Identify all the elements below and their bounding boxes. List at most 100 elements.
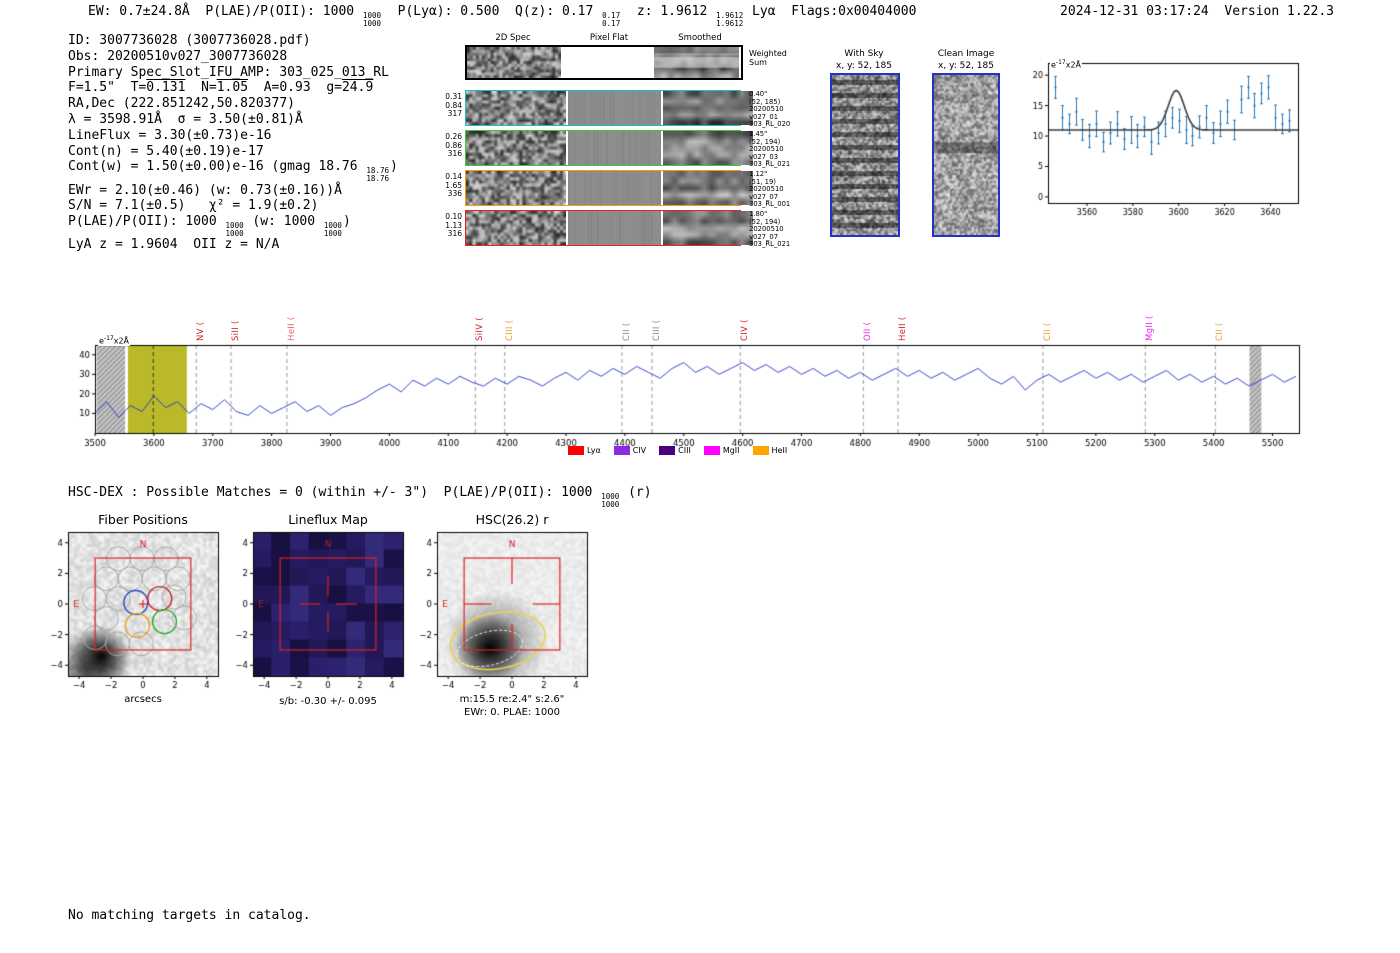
- weighted-2dspec-image: [467, 47, 561, 78]
- spec2d-flat-image: [567, 171, 662, 205]
- legend-item: CIII: [659, 446, 691, 455]
- spectral-line-label: CII (: [1042, 322, 1053, 341]
- legend-item: MgII: [703, 446, 740, 455]
- text-segment: HSC-DEX : Possible Matches = 0 (within +…: [68, 485, 601, 500]
- spec2d-row-left-values: 0.31 0.84 317: [445, 92, 462, 119]
- spectral-line-label: CII (: [621, 322, 632, 341]
- spec2d-smooth-image: [663, 131, 753, 165]
- spectral-line-label: SiIV (: [475, 317, 486, 341]
- lineflux-xlabel: s/b: -0.30 +/- 0.095: [279, 696, 377, 707]
- inset-unit-label: e-17x2Å: [1050, 59, 1083, 70]
- legend-label: Lyα: [587, 446, 601, 455]
- text-segment: EWr = 2.10(±0.46) (w: 0.73(±0.16))Å: [68, 182, 342, 198]
- text-segment: LineFlux = 3.30(±0.73)e-16: [68, 127, 272, 143]
- fiber-xlabel: arcsecs: [124, 694, 162, 705]
- spec2d-row-annotation: 1.12" (51, 19) 20200510 v027_07 303_RL_001: [749, 170, 791, 208]
- info-line: Obs: 20200510v027_3007736028: [68, 49, 398, 65]
- full-spectrum-plot: [62, 341, 1305, 453]
- timestamp-version: 2024-12-31 03:17:24 Version 1.22.3: [1060, 4, 1334, 19]
- spec2d-spec-image: [466, 91, 566, 125]
- info-line: λ = 3598.91Å σ = 3.50(±0.81)Å: [68, 112, 398, 128]
- spec2d-row-left-values: 0.14 1.65 336: [445, 172, 462, 199]
- stacked-fraction: 1.9612 1.9612: [716, 11, 744, 28]
- spec2d-row-left-values: 0.26 0.86 316: [445, 132, 462, 159]
- timestamp: 2024-12-31 03:17:24: [1060, 4, 1209, 19]
- unit-suffix: x2Å: [1065, 60, 1082, 70]
- text-segment: λ = 3598.91Å σ = 3.50(±0.81)Å: [68, 111, 303, 127]
- line-fit-inset-plot: [1022, 55, 1304, 227]
- text-segment: z: 1.9612: [621, 4, 716, 19]
- stacked-fraction: 0.17 0.17: [602, 11, 621, 28]
- hsc-xlabel-1: m:15.5 re:2.4" s:2.6": [459, 694, 565, 705]
- spec2d-flat-image: [567, 91, 662, 125]
- spec2d-header-smoothed: Smoothed: [678, 33, 722, 43]
- text-segment: N=: [185, 80, 217, 96]
- text-segment: A=0.93 g=: [248, 80, 342, 96]
- info-line: LineFlux = 3.30(±0.73)e-16: [68, 128, 398, 144]
- spectral-line-label: OII (: [863, 321, 874, 341]
- detection-info-panel: ID: 3007736028 (3007736028.pdf) Obs: 2020…: [68, 33, 398, 253]
- text-segment: P(Lyα): 0.500 Q(z): 0.17: [382, 4, 602, 19]
- catalog-footer-note: No matching targets in catalog. Row inte…: [68, 876, 311, 953]
- hsc-cutout-plot: [409, 524, 594, 694]
- spec2d-spec-image: [466, 171, 566, 205]
- clean-image-title: Clean Image: [937, 49, 995, 59]
- legend-swatch: [568, 446, 584, 455]
- stacked-fraction: 18.76 18.76: [366, 166, 389, 183]
- spec2d-row: 0.10 1.13 316 1.80" (52, 194) 20200510 v027_07…: [443, 210, 823, 248]
- main-unit-label: e-17x2Å: [98, 335, 131, 346]
- spec2d-row: 0.31 0.84 317 0.40" (52, 185) 20200510 v027_01…: [443, 90, 823, 128]
- text-segment: Cont(n) = 5.40(±0.19)e-17: [68, 143, 264, 159]
- text-segment: S/N = 7.1(±0.5) χ² = 1.9(±0.2): [68, 198, 319, 214]
- spec2d-row-annotation: 1.80" (52, 194) 20200510 v027_07 303_RL_021: [749, 210, 791, 248]
- footer-line-1: No matching targets in catalog.: [68, 907, 311, 923]
- weighted-pixelflat-blank: [561, 47, 654, 78]
- legend-swatch: [703, 446, 720, 455]
- unit-suffix: x2Å: [113, 336, 130, 346]
- spec2d-spec-image: [466, 131, 566, 165]
- stacked-fraction: 1000 1000: [323, 221, 342, 238]
- text-segment: (r): [620, 485, 652, 500]
- spec2d-row: 0.14 1.65 336 1.12" (51, 19) 20200510 v027_07 3…: [443, 170, 823, 208]
- info-line: Cont(n) = 5.40(±0.19)e-17: [68, 144, 398, 160]
- clean-image: [932, 73, 1000, 237]
- with-sky-subtitle: x, y: 52, 185: [836, 61, 892, 71]
- text-segment: Cont(w) = 1.50(±0.00)e-16 (gmag 18.76: [68, 159, 366, 175]
- spec2d-row-annotation: 0.40" (52, 185) 20200510 v027_01 303_RL_020: [749, 90, 791, 128]
- spectrum-legend: Lyα CIV CIII MgII HeII: [568, 446, 787, 455]
- info-line: LyA z = 1.9604 OII z = N/A: [68, 237, 398, 253]
- info-line: EWr = 2.10(±0.46) (w: 0.73(±0.16))Å: [68, 183, 398, 199]
- info-line: RA,Dec (222.851242,50.820377): [68, 96, 398, 112]
- info-line: S/N = 7.1(±0.5) χ² = 1.9(±0.2): [68, 198, 398, 214]
- overline-value: 0.131: [146, 80, 186, 96]
- legend-label: HeII: [771, 446, 788, 455]
- spec2d-header-pixelflat: Pixel Flat: [589, 33, 629, 43]
- spec2d-rows: 0.31 0.84 317 0.40" (52, 185) 20200510 v027_01…: [443, 90, 823, 250]
- text-segment: EW: 0.7±24.8Å P(LAE)/P(OII): 1000: [88, 4, 362, 19]
- spectral-line-label: HeII (: [286, 316, 297, 341]
- legend-swatch: [613, 446, 630, 455]
- legend-item: CIV: [613, 446, 646, 455]
- stacked-fraction: 1000 1000: [362, 11, 381, 28]
- info-line: Primary Spec_Slot_IFU_AMP: 303_025_013_R…: [68, 65, 398, 81]
- text-segment: Primary Spec_Slot_IFU_AMP: 303_025_013_R…: [68, 64, 389, 80]
- spec2d-row-strip: [465, 170, 753, 206]
- unit-exponent: -17: [1055, 59, 1066, 66]
- spec2d-row-strip: [465, 130, 753, 166]
- spec2d-row-strip: [465, 90, 753, 126]
- info-line: ID: 3007736028 (3007736028.pdf): [68, 33, 398, 49]
- weighted-smoothed-image: [654, 47, 739, 78]
- legend-item: HeII: [752, 446, 788, 455]
- weighted-sum-label: Weighted Sum: [749, 49, 787, 67]
- text-segment: P(LAE)/P(OII): 1000: [68, 214, 225, 230]
- spectral-line-label: MgII (: [1145, 315, 1156, 341]
- spectral-line-label: NV (: [196, 321, 207, 341]
- overline-value: 1.05: [216, 80, 249, 96]
- info-line: F=1.5" T=0.131 N=1.05 A=0.93 g=24.9: [68, 80, 398, 96]
- clean-image-subtitle: x, y: 52, 185: [938, 61, 994, 71]
- spec2d-row-strip: [465, 210, 753, 246]
- weighted-sum-label-1: Weighted: [749, 49, 787, 58]
- text-segment: ID: 3007736028 (3007736028.pdf): [68, 33, 311, 48]
- info-line: Cont(w) = 1.50(±0.00)e-16 (gmag 18.76 18…: [68, 159, 398, 182]
